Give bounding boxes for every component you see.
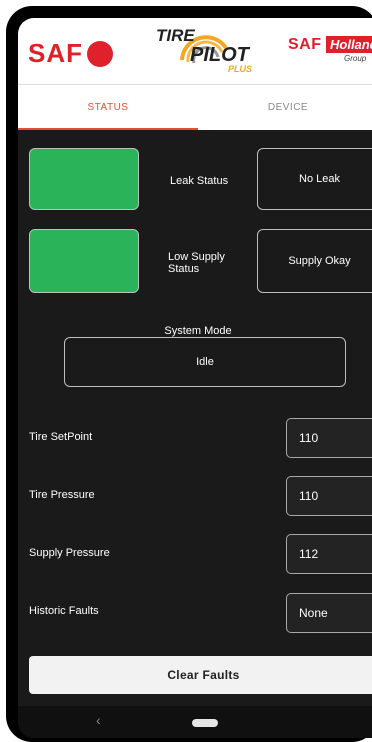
tire-setpoint-field[interactable]: 110 bbox=[286, 418, 372, 458]
system-mode-label: System Mode bbox=[164, 325, 232, 337]
low-supply-status-label-line2: Status bbox=[168, 263, 200, 275]
tire-pressure-label: Tire Pressure bbox=[29, 489, 95, 501]
historic-faults-label: Historic Faults bbox=[29, 605, 99, 617]
tab-device[interactable]: DEVICE bbox=[198, 85, 372, 130]
app-screen: SAF TIRE PILOT PLUS SAF Holland Group bbox=[18, 18, 372, 738]
leak-status-value: No Leak bbox=[257, 148, 372, 210]
tab-status[interactable]: STATUS bbox=[18, 85, 198, 130]
saf-logo-dot bbox=[87, 40, 113, 67]
low-supply-status-value: Supply Okay bbox=[257, 229, 372, 293]
tire-pressure-field[interactable]: 110 bbox=[286, 476, 372, 516]
tirepilot-logo-tire: TIRE bbox=[156, 26, 195, 45]
system-mode-value: Idle bbox=[64, 337, 346, 387]
low-supply-status-label-line1: Low Supply bbox=[168, 251, 225, 263]
home-pill-icon[interactable] bbox=[192, 719, 218, 727]
tirepilot-logo-plus: PLUS bbox=[228, 64, 253, 74]
supply-pressure-field[interactable]: 112 bbox=[286, 534, 372, 574]
logo-header: SAF TIRE PILOT PLUS SAF Holland Group bbox=[18, 18, 372, 85]
leak-status-label: Leak Status bbox=[170, 175, 229, 187]
back-chevron-icon[interactable]: ‹ bbox=[96, 712, 101, 728]
leak-status-indicator bbox=[29, 148, 139, 210]
system-nav-bar: ‹ bbox=[18, 706, 372, 738]
saf-logo-text: SAF bbox=[28, 38, 83, 68]
saf-holland-logo-saf: SAF bbox=[288, 36, 322, 53]
tab-bar: STATUS DEVICE bbox=[18, 85, 372, 130]
tire-setpoint-label: Tire SetPoint bbox=[29, 431, 93, 443]
saf-logo: SAF bbox=[28, 38, 113, 69]
clear-faults-button[interactable]: Clear Faults bbox=[29, 656, 372, 694]
saf-holland-logo: SAF Holland Group bbox=[288, 36, 372, 66]
tablet-frame: SAF TIRE PILOT PLUS SAF Holland Group bbox=[6, 6, 372, 742]
saf-holland-logo-group: Group bbox=[344, 54, 367, 63]
supply-pressure-label: Supply Pressure bbox=[29, 547, 110, 559]
saf-holland-logo-holland: Holland bbox=[326, 36, 372, 53]
low-supply-status-label: Low Supply Status bbox=[168, 251, 225, 275]
historic-faults-field[interactable]: None bbox=[286, 593, 372, 633]
tirepilot-logo: TIRE PILOT PLUS bbox=[150, 26, 260, 80]
low-supply-status-indicator bbox=[29, 229, 139, 293]
